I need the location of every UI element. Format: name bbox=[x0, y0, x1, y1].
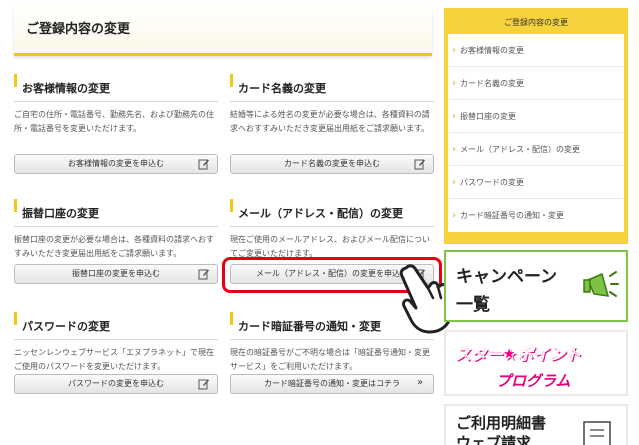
password-change-button[interactable]: パスワードの変更を申込む bbox=[14, 374, 218, 394]
banner-text: キャンペーン bbox=[456, 267, 558, 287]
sidebar-nav: ご登録内容の変更 お客様情報の変更 カード名義の変更 振替口座の変更 メール（ア… bbox=[444, 8, 628, 244]
card-description: 振替口座の変更が必要な場合は、各種資料の請求へおすすみいただき変更届出用紙をご請… bbox=[14, 235, 214, 258]
banner-text: ご利用明細書 bbox=[456, 414, 547, 432]
sidebar-item-customer-info[interactable]: お客様情報の変更 bbox=[448, 34, 624, 67]
banner-text: スター★ポイント bbox=[454, 344, 581, 364]
document-icon bbox=[583, 421, 611, 445]
campaign-list-banner[interactable]: キャンペーン 一覧 bbox=[444, 250, 628, 322]
card-customer-info: お客様情報の変更 ご自宅の住所・電話番号、勤務先名、および勤務先の住所・電話番号… bbox=[14, 74, 218, 180]
card-title: お客様情報の変更 bbox=[14, 74, 218, 102]
pin-change-button[interactable]: カード暗証番号の通知・変更はコチラ » bbox=[230, 374, 434, 394]
banner-text: ウェブ請求 bbox=[456, 434, 532, 445]
pencil-edit-icon bbox=[198, 379, 209, 390]
pencil-edit-icon bbox=[198, 159, 209, 170]
sidebar-item-pin[interactable]: カード暗証番号の通知・変更 bbox=[448, 199, 624, 232]
card-description: 結婚等による姓名の変更が必要な場合は、各種資料の請求へおすすみいただき変更届出用… bbox=[230, 110, 430, 133]
card-title: パスワードの変更 bbox=[14, 312, 218, 340]
double-chevron-right-icon: » bbox=[416, 377, 424, 388]
bank-account-change-button[interactable]: 振替口座の変更を申込む bbox=[14, 264, 218, 284]
pencil-edit-icon bbox=[414, 159, 425, 170]
card-title: メール（アドレス・配信）の変更 bbox=[230, 199, 434, 227]
card-password: パスワードの変更 ニッセンレンウェブサービス「エヌプラネット」で現在ご使用のパス… bbox=[14, 312, 218, 398]
button-label: カード名義の変更を申込む bbox=[284, 159, 380, 168]
pencil-edit-icon bbox=[198, 269, 209, 280]
page-title: ご登録内容の変更 bbox=[26, 22, 131, 37]
sidebar-list: お客様情報の変更 カード名義の変更 振替口座の変更 メール（アドレス・配信）の変… bbox=[448, 34, 624, 232]
button-label: お客様情報の変更を申込む bbox=[68, 159, 164, 168]
page-title-bar: ご登録内容の変更 bbox=[14, 8, 432, 56]
button-label: 振替口座の変更を申込む bbox=[72, 269, 160, 278]
card-title: カード名義の変更 bbox=[230, 74, 434, 102]
card-description: ニッセンレンウェブサービス「エヌプラネット」で現在ご使用のパスワードを変更いただ… bbox=[14, 348, 214, 371]
sidebar-item-email[interactable]: メール（アドレス・配信）の変更 bbox=[448, 133, 624, 166]
web-statement-banner[interactable]: ご利用明細書 ウェブ請求 bbox=[444, 404, 628, 445]
megaphone-icon bbox=[583, 271, 619, 297]
banner-text: 一覧 bbox=[456, 295, 490, 315]
star-point-program-banner[interactable]: スター★ポイント プログラム bbox=[444, 330, 628, 396]
sidebar-item-card-name[interactable]: カード名義の変更 bbox=[448, 67, 624, 100]
card-title: 振替口座の変更 bbox=[14, 199, 218, 227]
card-name-change: カード名義の変更 結婚等による姓名の変更が必要な場合は、各種資料の請求へおすすみ… bbox=[230, 74, 434, 180]
card-description: ご自宅の住所・電話番号、勤務先名、および勤務先の住所・電話番号を変更いただけます… bbox=[14, 110, 214, 133]
card-description: 現在の暗証番号がご不明な場合は「暗証番号通知・変更サービス」をご利用いただけます… bbox=[230, 348, 430, 371]
card-bank-account: 振替口座の変更 振替口座の変更が必要な場合は、各種資料の請求へおすすみいただき変… bbox=[14, 199, 218, 290]
sidebar-item-bank-account[interactable]: 振替口座の変更 bbox=[448, 100, 624, 133]
button-label: パスワードの変更を申込む bbox=[68, 379, 164, 388]
button-label: カード暗証番号の通知・変更はコチラ bbox=[264, 379, 400, 388]
sidebar-title: ご登録内容の変更 bbox=[504, 18, 568, 27]
customer-info-change-button[interactable]: お客様情報の変更を申込む bbox=[14, 154, 218, 174]
banner-text: プログラム bbox=[496, 372, 571, 390]
sidebar-item-password[interactable]: パスワードの変更 bbox=[448, 166, 624, 199]
card-name-change-button[interactable]: カード名義の変更を申込む bbox=[230, 154, 434, 174]
